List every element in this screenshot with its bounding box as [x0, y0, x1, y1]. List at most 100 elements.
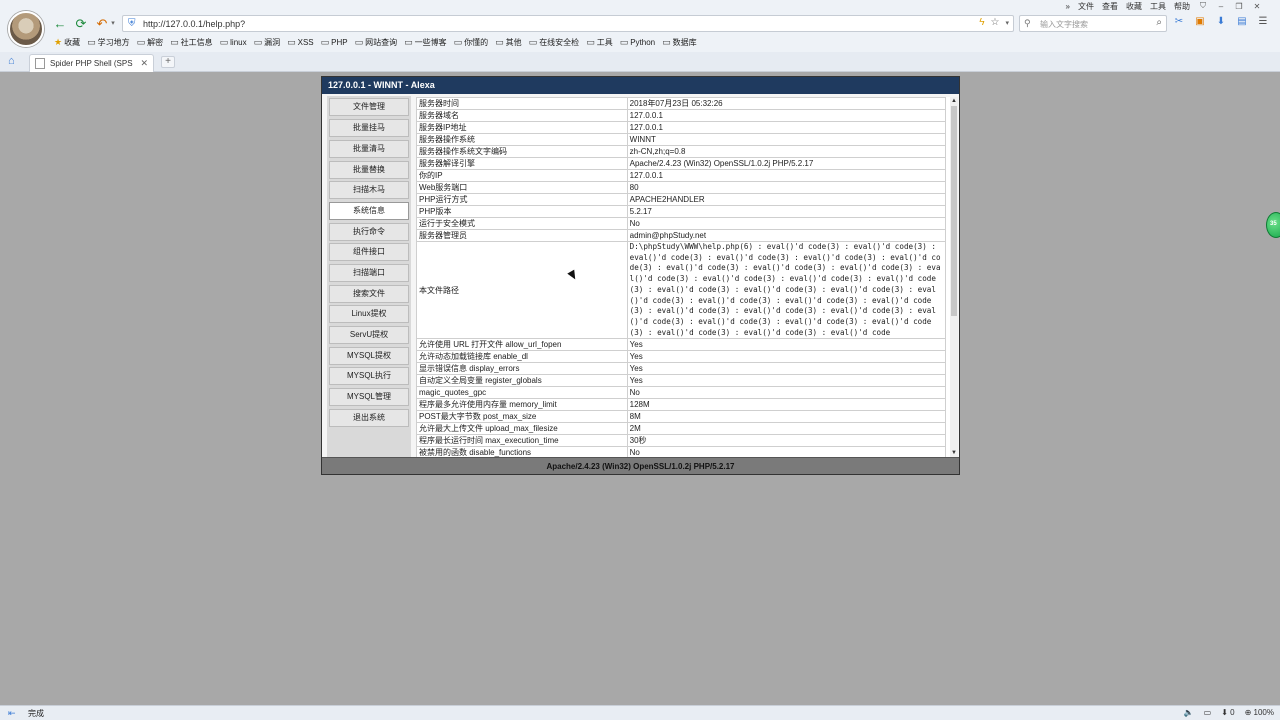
sidebar-item-batch-clean[interactable]: 批量清马 [329, 140, 409, 158]
bookmark-folder[interactable]: ▭ linux [220, 37, 247, 48]
sidebar-item-batch-replace[interactable]: 批量替换 [329, 161, 409, 179]
system-info-area[interactable]: 服务器时间 2018年07月23日 05:32:26 服务器域名 127.0.0.1 服… [416, 97, 954, 458]
sidebar-item-servu-privesc[interactable]: ServU提权 [329, 326, 409, 344]
download-icon[interactable]: ⬇ [1215, 16, 1227, 27]
bookmark-folder[interactable]: ▭ 在线安全检 [529, 37, 580, 48]
bookmark-folder[interactable]: ▭ 漏洞 [254, 37, 281, 48]
bookmark-folder[interactable]: ▭ 工具 [586, 37, 613, 48]
bookmark-folder[interactable]: ▭ 网站查询 [355, 37, 398, 48]
info-row: 服务器操作系统文字编码 zh-CN,zh;q=0.8 [416, 145, 947, 158]
info-key: 程序最长运行时间 max_execution_time [416, 434, 628, 448]
sidebar-item-component-interface[interactable]: 组件接口 [329, 243, 409, 261]
info-row: 服务器管理员 admin@phpStudy.net [416, 229, 947, 242]
info-value: APACHE2HANDLER [626, 193, 947, 206]
speaker-icon[interactable]: 🔈 [1184, 708, 1194, 717]
menu-item-help[interactable]: 帮助 [1174, 1, 1190, 12]
bookmark-folder[interactable]: ▭ 数据库 [662, 37, 697, 48]
bookmark-folder[interactable]: ▭ 一些博客 [404, 37, 447, 48]
bookmark-folder[interactable]: ▭ 其他 [495, 37, 522, 48]
scrollbar-thumb[interactable] [951, 106, 957, 316]
bookmark-folder[interactable]: ▭ 社工信息 [170, 37, 213, 48]
menu-item-favorites[interactable]: 收藏 [1126, 1, 1142, 12]
close-tab-icon[interactable]: ✕ [140, 58, 148, 69]
scroll-up-icon[interactable]: ▲ [950, 97, 958, 105]
sidebar-item-linux-privesc[interactable]: Linux提权 [329, 305, 409, 323]
menu-item-view[interactable]: 查看 [1102, 1, 1118, 12]
sidebar-item-logout[interactable]: 退出系统 [329, 409, 409, 427]
search-engine-icon[interactable]: ⚲ [1024, 18, 1031, 29]
info-key: 允许使用 URL 打开文件 allow_url_fopen [416, 338, 628, 352]
bookmark-folder[interactable]: ▭ Python [620, 37, 655, 48]
refresh-icon[interactable]: ⟳ [73, 15, 89, 31]
menu-item-tools[interactable]: 工具 [1150, 1, 1166, 12]
sidebar-item-scan-ports[interactable]: 扫描端口 [329, 264, 409, 282]
info-key: 服务器操作系统文字编码 [416, 145, 628, 158]
tab-bar: ⌂ Spider PHP Shell (SPS ✕ + [0, 52, 1280, 72]
extension-icon[interactable]: ▣ [1194, 16, 1206, 27]
info-value: 5.2.17 [626, 205, 947, 218]
folder-icon: ▭ [136, 37, 146, 47]
sidebar-item-file-manager[interactable]: 文件管理 [329, 98, 409, 116]
bookmark-folder[interactable]: ▭ 学习地方 [87, 37, 130, 48]
download-count[interactable]: ⬇ 0 [1221, 708, 1234, 717]
info-row: 显示错误信息 display_errors Yes [416, 362, 947, 376]
back-arrow-icon[interactable]: ← [52, 15, 68, 31]
floating-ball[interactable]: 35 [1266, 212, 1280, 238]
menu-icon[interactable]: ☰ [1257, 16, 1269, 27]
info-key: 允许动态加载链接库 enable_dl [416, 350, 628, 364]
user-avatar[interactable] [8, 11, 44, 47]
bookmark-folder[interactable]: ▭ PHP [321, 37, 348, 48]
undo-dropdown-icon[interactable]: ▾ [109, 15, 117, 31]
bookmark-favorites[interactable]: ★ 收藏 [54, 37, 80, 48]
sidebar-item-system-info[interactable]: 系统信息 [329, 202, 409, 220]
sidebar-item-mysql-manage[interactable]: MYSQL管理 [329, 388, 409, 406]
sidebar-item-exec-command[interactable]: 执行命令 [329, 223, 409, 241]
url-text[interactable]: http://127.0.0.1/help.php? [143, 18, 245, 30]
bookmark-folder[interactable]: ▭ XSS [287, 37, 314, 48]
info-row: 自动定义全局变量 register_globals Yes [416, 374, 947, 388]
new-tab-button[interactable]: + [161, 56, 175, 68]
folder-icon: ▭ [495, 37, 504, 47]
skin-icon[interactable]: ⛉ [1198, 1, 1208, 11]
search-icon[interactable]: ⌕ [1156, 17, 1162, 28]
monitor-icon[interactable]: ▭ [1204, 708, 1212, 717]
zoom-level[interactable]: ⊕ 100% [1245, 708, 1274, 717]
info-value: No [626, 217, 947, 230]
menu-bar: » 文件 查看 收藏 工具 帮助 ⛉ – ❐ ✕ [1066, 0, 1262, 12]
tools-icon[interactable]: ✂ [1173, 16, 1185, 27]
info-row: magic_quotes_gpc No [416, 386, 947, 400]
sidebar-item-scan-trojan[interactable]: 扫描木马 [329, 181, 409, 199]
sidebar-item-batch-inject[interactable]: 批量挂马 [329, 119, 409, 137]
info-key: magic_quotes_gpc [416, 386, 628, 400]
info-key: 运行于安全模式 [416, 217, 628, 230]
home-icon[interactable]: ⌂ [8, 55, 15, 67]
info-row: 服务器域名 127.0.0.1 [416, 109, 947, 122]
lightning-icon[interactable]: ϟ [979, 17, 984, 31]
scroll-down-icon[interactable]: ▼ [950, 449, 958, 457]
sidebar-icon[interactable]: ▤ [1236, 16, 1248, 27]
menu-expand-icon[interactable]: » [1066, 2, 1070, 11]
sidebar-item-search-files[interactable]: 搜索文件 [329, 285, 409, 303]
undo-icon[interactable]: ↶ [94, 15, 110, 31]
sidebar-item-mysql-privesc[interactable]: MYSQL提权 [329, 347, 409, 365]
folder-icon: ▭ [170, 37, 179, 47]
info-value: Yes [626, 350, 947, 364]
folder-icon: ▭ [619, 37, 629, 47]
scrollbar[interactable]: ▲ ▼ [950, 97, 958, 457]
folder-icon: ▭ [320, 37, 330, 47]
restore-button[interactable]: ❐ [1234, 2, 1244, 11]
chevron-down-icon[interactable]: ▾ [1005, 17, 1009, 31]
search-box[interactable]: ⚲ 输入文字搜索 ⌕ [1019, 15, 1167, 32]
star-icon[interactable]: ☆ [991, 17, 1000, 31]
sidebar-item-mysql-exec[interactable]: MYSQL执行 [329, 367, 409, 385]
sidebar-toggle-icon[interactable]: ⇤ [8, 708, 16, 719]
folder-icon: ▭ [404, 37, 413, 47]
bookmark-folder[interactable]: ▭ 你懂的 [454, 37, 489, 48]
info-key: 服务器解译引擎 [416, 157, 628, 170]
minimize-button[interactable]: – [1216, 2, 1226, 11]
bookmark-folder[interactable]: ▭ 解密 [137, 37, 164, 48]
address-bar[interactable]: ⛨ http://127.0.0.1/help.php? ϟ ☆ ▾ [122, 15, 1014, 32]
tab-active[interactable]: Spider PHP Shell (SPS ✕ [29, 54, 154, 72]
close-window-button[interactable]: ✕ [1252, 2, 1262, 11]
menu-item-file[interactable]: 文件 [1078, 1, 1094, 12]
